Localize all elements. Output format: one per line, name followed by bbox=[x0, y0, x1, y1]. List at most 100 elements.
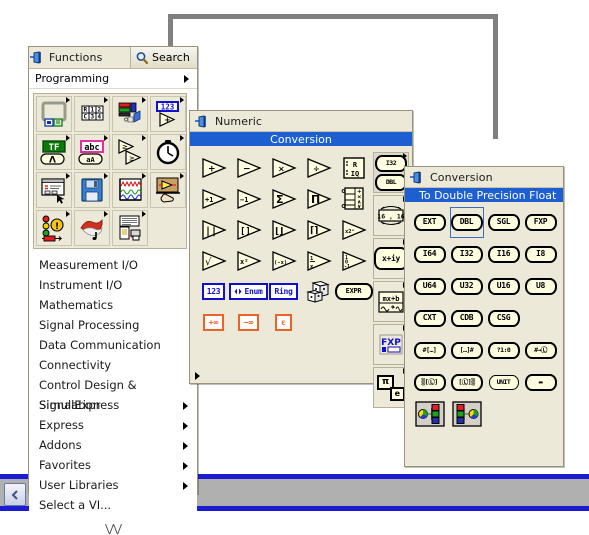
conversion-item-to-cxt[interactable]: CXT bbox=[411, 302, 448, 334]
palette-category-programming[interactable]: Programming bbox=[29, 69, 197, 89]
numeric-scale-power-2-function[interactable]: x2ⁿ bbox=[336, 214, 371, 245]
numeric-random-number-function[interactable] bbox=[301, 276, 336, 307]
numeric-add-function[interactable]: + bbox=[196, 152, 231, 183]
numeric-ring-constant[interactable]: Ring bbox=[266, 276, 301, 307]
functions-icon-file-io[interactable] bbox=[74, 172, 110, 208]
conversion-item-convert-unit[interactable]: UNIT bbox=[485, 366, 522, 398]
numeric-constant[interactable]: 123 bbox=[196, 276, 231, 307]
functions-icon-string[interactable]: abc aA bbox=[74, 134, 110, 170]
subpalette-arrow-icon bbox=[403, 153, 407, 159]
conversion-item-string-to-byte-array[interactable]: ▒[Ⓛ] bbox=[411, 366, 448, 398]
conversion-item-boolean-to-0-1[interactable]: ?1:0 bbox=[485, 334, 522, 366]
numeric-quotient-remainder-function[interactable]: R IQ bbox=[336, 152, 371, 183]
functions-icon-timing[interactable] bbox=[150, 134, 186, 170]
menu-item-express[interactable]: Express bbox=[29, 415, 197, 435]
chevron-right-icon bbox=[184, 75, 189, 83]
numeric-palette[interactable]: Numeric Conversion + − × ÷ R IQ +1 −1 Σ … bbox=[189, 110, 413, 408]
menu-item-connectivity[interactable]: Connectivity bbox=[29, 355, 197, 375]
menu-item-measurement-io[interactable]: Measurement I/O bbox=[29, 255, 197, 275]
search-button[interactable]: Search bbox=[130, 47, 197, 68]
conversion-item-byte-array-to-string[interactable]: [Ⓛ]▒ bbox=[448, 366, 485, 398]
functions-icon-report-generation[interactable] bbox=[112, 210, 148, 246]
menu-item-instrument-io[interactable]: Instrument I/O bbox=[29, 275, 197, 295]
numeric-positive-infinity-constant[interactable]: +∞ bbox=[196, 307, 231, 338]
numeric-increment-function[interactable]: +1 bbox=[196, 183, 231, 214]
conversion-item-to-single[interactable]: SGL bbox=[485, 206, 522, 238]
functions-icon-array[interactable]: R12 C34 bbox=[74, 96, 110, 132]
functions-icon-waveform[interactable] bbox=[112, 172, 148, 208]
numeric-epsilon-constant[interactable]: ε bbox=[266, 307, 301, 338]
conversion-item-unflatten-from-string[interactable] bbox=[448, 398, 485, 430]
numeric-constant-glyph: 123 bbox=[201, 283, 226, 300]
menu-item-favorites[interactable]: Favorites bbox=[29, 455, 197, 475]
conversion-item-to-i32[interactable]: I32 bbox=[448, 238, 485, 270]
menu-item-data-communication[interactable]: Data Communication bbox=[29, 335, 197, 355]
numeric-multiply-function[interactable]: × bbox=[266, 152, 301, 183]
numeric-expression-node[interactable]: EXPR bbox=[334, 276, 373, 307]
numeric-absolute-value-function[interactable]: || bbox=[196, 214, 231, 245]
functions-icon-boolean[interactable]: TF Λ bbox=[36, 134, 72, 170]
numeric-negate-function[interactable]: (-x) bbox=[266, 245, 301, 276]
numeric-compound-arithmetic-function[interactable]: + × ∧ ∨ bbox=[336, 183, 371, 214]
convert-unit-glyph: UNIT bbox=[488, 374, 519, 390]
menu-item-user-libraries[interactable]: User Libraries bbox=[29, 475, 197, 495]
conversion-item-boolean-array-to-number[interactable]: […]# bbox=[448, 334, 485, 366]
numeric-round-ceil-function[interactable]: ⌈⌉ bbox=[301, 214, 336, 245]
expand-palette-chevrons[interactable]: ⋁⋁ bbox=[29, 522, 197, 535]
conversion-item-grid: EXT DBL SGL FXP I64 I32 I16 I8 U64 U32 U… bbox=[405, 202, 563, 430]
conversion-item-to-csg[interactable]: CSG bbox=[485, 302, 522, 334]
ring-constant-glyph: Ring bbox=[269, 283, 298, 300]
functions-palette[interactable]: Functions Search Programming R 1 2 C 3 4… bbox=[28, 46, 198, 535]
numeric-expand-arrow-icon[interactable] bbox=[195, 372, 200, 380]
functions-icon-dialog[interactable] bbox=[36, 172, 72, 208]
numeric-square-function[interactable]: x² bbox=[231, 245, 266, 276]
conversion-item-number-to-enum[interactable]: #→Ⓛ bbox=[522, 334, 559, 366]
conversion-palette[interactable]: Conversion To Double Precision Float EXT… bbox=[404, 166, 564, 467]
menu-item-signal-processing[interactable]: Signal Processing bbox=[29, 315, 197, 335]
menu-item-select-a-vi[interactable]: Select a VI... bbox=[29, 495, 197, 515]
conversion-item-flatten-to-string[interactable] bbox=[411, 398, 448, 430]
conversion-item-to-u16[interactable]: U16 bbox=[485, 270, 522, 302]
numeric-enum-constant[interactable]: Enum bbox=[229, 276, 268, 307]
numeric-subtract-function[interactable]: − bbox=[231, 152, 266, 183]
numeric-divide-function[interactable]: ÷ bbox=[301, 152, 336, 183]
numeric-round-floor-function[interactable]: ⌊⌋ bbox=[266, 214, 301, 245]
pushpin-icon[interactable] bbox=[409, 170, 425, 184]
conversion-item-to-i8[interactable]: I8 bbox=[522, 238, 559, 270]
conversion-item-to-fixed-point[interactable]: FXP bbox=[522, 206, 559, 238]
numeric-negative-infinity-constant[interactable]: −∞ bbox=[231, 307, 266, 338]
numeric-decrement-function[interactable]: −1 bbox=[231, 183, 266, 214]
functions-icon-synchronization[interactable]: ! bbox=[36, 210, 72, 246]
functions-icon-graphics-sound[interactable] bbox=[74, 210, 110, 246]
numeric-reciprocal-function[interactable]: 1 x bbox=[301, 245, 336, 276]
menu-item-control-design-simulation[interactable]: Control Design & Simulation bbox=[29, 375, 197, 412]
numeric-round-nearest-function[interactable]: [] bbox=[231, 214, 266, 245]
functions-icon-comparison[interactable]: ≥ ≥ bbox=[112, 134, 148, 170]
svg-text:2: 2 bbox=[98, 107, 102, 114]
menu-item-mathematics[interactable]: Mathematics bbox=[29, 295, 197, 315]
menu-item-label: Instrument I/O bbox=[39, 278, 123, 292]
numeric-square-root-function[interactable]: √ bbox=[196, 245, 231, 276]
conversion-item-to-i16[interactable]: I16 bbox=[485, 238, 522, 270]
conversion-item-to-double[interactable]: DBL bbox=[448, 206, 485, 238]
conversion-item-to-i64[interactable]: I64 bbox=[411, 238, 448, 270]
functions-icon-cluster[interactable] bbox=[112, 96, 148, 132]
conversion-item-number-to-boolean-array[interactable]: #[…] bbox=[411, 334, 448, 366]
conversion-item-cast-unit-bases[interactable]: ▬ bbox=[522, 366, 559, 398]
pushpin-icon[interactable] bbox=[194, 114, 210, 128]
functions-icon-app-control[interactable] bbox=[150, 172, 186, 208]
menu-item-addons[interactable]: Addons bbox=[29, 435, 197, 455]
conversion-item-to-u64[interactable]: U64 bbox=[411, 270, 448, 302]
functions-icon-structures[interactable] bbox=[36, 96, 72, 132]
menu-item-signalexpress[interactable]: SignalExpress bbox=[29, 395, 197, 415]
numeric-multiply-array-elements-function[interactable]: Π bbox=[301, 183, 336, 214]
numeric-add-array-elements-function[interactable]: Σ bbox=[266, 183, 301, 214]
numeric-sign-function[interactable]: 1 0 -1 bbox=[336, 245, 371, 276]
conversion-item-to-extended[interactable]: EXT bbox=[411, 206, 448, 238]
scroll-left-button[interactable] bbox=[4, 483, 26, 506]
conversion-item-to-u8[interactable]: U8 bbox=[522, 270, 559, 302]
conversion-item-to-cdb[interactable]: CDB bbox=[448, 302, 485, 334]
conversion-item-to-u32[interactable]: U32 bbox=[448, 270, 485, 302]
functions-icon-numeric[interactable]: 123 + bbox=[150, 96, 186, 132]
pushpin-icon[interactable] bbox=[29, 51, 45, 64]
